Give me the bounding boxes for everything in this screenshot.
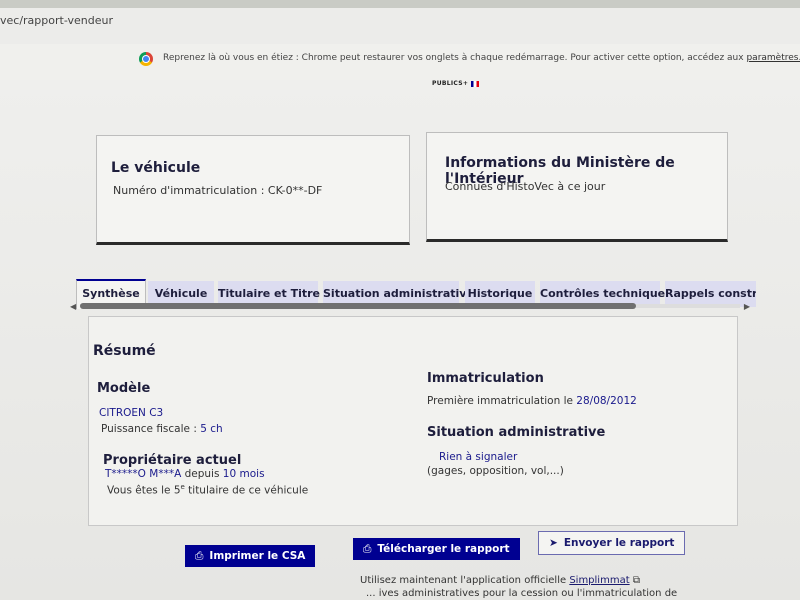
print-csa-button[interactable]: ⎙ Imprimer le CSA [185,545,316,567]
admin-status: Rien à signaler [439,451,518,463]
owner-rank-prefix: Vous êtes le 5 [107,484,181,497]
fiscal-value: 5 ch [200,423,223,435]
owner-rank-sup: e [180,483,185,491]
logo-text: PUBLICS+ [432,80,469,87]
footer-line1-prefix: Utilisez maintenant l'application offici… [360,575,567,586]
infobar-settings-link[interactable]: paramètres. [746,53,800,63]
owner-since-value: 10 mois [222,468,265,480]
scroll-right-icon[interactable]: ▶ [744,302,750,311]
scroll-left-icon[interactable]: ◀ [70,302,76,311]
first-registration-date: 28/08/2012 [576,395,637,407]
printer-icon: ⎙ [195,550,204,562]
print-csa-label: Imprimer le CSA [209,550,306,562]
chrome-icon [139,52,153,66]
owner-since-label: depuis [184,468,220,480]
owner-rank: Vous êtes le 5e titulaire de ce véhicule [107,483,308,497]
address-bar[interactable]: vec/rapport-vendeur [0,14,113,27]
download-report-label: Télécharger le rapport [377,543,510,555]
vehicle-card-title: Le véhicule [111,160,201,176]
download-report-button[interactable]: ⎙ Télécharger le rapport [353,538,520,560]
send-report-button[interactable]: ➤ Envoyer le rapport [538,531,686,555]
flag-icon [470,80,479,87]
owner-line: T*****O M***A depuis 10 mois [105,468,265,480]
restore-tabs-infobar: Reprenez là où vous en étiez : Chrome pe… [0,44,800,81]
service-public-logo: PUBLICS+ [432,80,479,87]
summary-panel: Résumé Modèle CITROEN C3 Puissance fisca… [88,316,738,526]
scrollbar-thumb[interactable] [80,303,636,309]
footer-promo: Utilisez maintenant l'application offici… [360,575,677,599]
infobar-text: Reprenez là où vous en étiez : Chrome pe… [163,53,744,63]
owner-name: T*****O M***A [105,468,182,480]
footer-line2: ... ives administratives pour la cession… [366,588,678,599]
fiscal-label: Puissance fiscale : [101,423,197,435]
ministry-card-subtitle: Connues d'HistoVec à ce jour [445,180,606,193]
download-icon: ⎙ [363,543,372,555]
registration-heading: Immatriculation [427,371,544,386]
page-content: PUBLICS+ Le véhicule Numéro d'immatricul… [0,80,800,600]
summary-heading: Résumé [93,343,156,359]
first-registration: Première immatriculation le 28/08/2012 [427,395,637,407]
external-link-icon: ⧉ [632,575,640,586]
send-icon: ➤ [549,537,558,549]
ministry-card: Informations du Ministère de l'Intérieur… [426,132,728,242]
admin-note: (gages, opposition, vol,...) [427,465,564,477]
fiscal-power: Puissance fiscale : 5 ch [101,423,223,435]
browser-tabstrip [0,0,800,8]
model-heading: Modèle [97,381,151,396]
model-value: CITROEN C3 [99,407,164,419]
owner-rank-suffix: titulaire de ce véhicule [188,484,309,497]
first-registration-label: Première immatriculation le [427,395,573,407]
owner-heading: Propriétaire actuel [103,453,242,468]
admin-heading: Situation administrative [427,425,606,440]
vehicle-card: Le véhicule Numéro d'immatriculation : C… [96,135,410,245]
tabs-scrollbar[interactable]: ◀ ▶ [70,302,750,311]
send-report-label: Envoyer le rapport [563,537,675,549]
simplimmat-link[interactable]: Simplimmat [569,575,629,586]
infobar-message: Reprenez là où vous en étiez : Chrome pe… [163,53,800,63]
browser-toolbar: vec/rapport-vendeur [0,0,800,45]
plate-number: Numéro d'immatriculation : CK-0**-DF [113,184,323,197]
